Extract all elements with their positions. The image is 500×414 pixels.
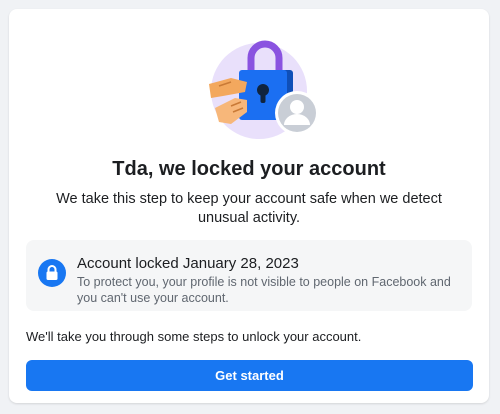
lock-notice-box: Account locked January 28, 2023 To prote…	[26, 240, 472, 311]
unlock-steps-text: We'll take you through some steps to unl…	[26, 329, 362, 344]
account-locked-illustration	[201, 36, 323, 146]
account-locked-card: Tda, we locked your account We take this…	[9, 9, 489, 403]
page-subtitle: We take this step to keep your account s…	[56, 191, 442, 226]
get-started-button[interactable]: Get started	[26, 360, 473, 391]
padlock-with-hands-and-avatar-icon	[209, 40, 319, 139]
lock-notice-description: To protect you, your profile is not visi…	[77, 275, 451, 305]
lock-icon	[38, 259, 66, 287]
page-title: Tda, we locked your account	[112, 158, 386, 180]
lock-notice-title: Account locked January 28, 2023	[77, 255, 299, 272]
